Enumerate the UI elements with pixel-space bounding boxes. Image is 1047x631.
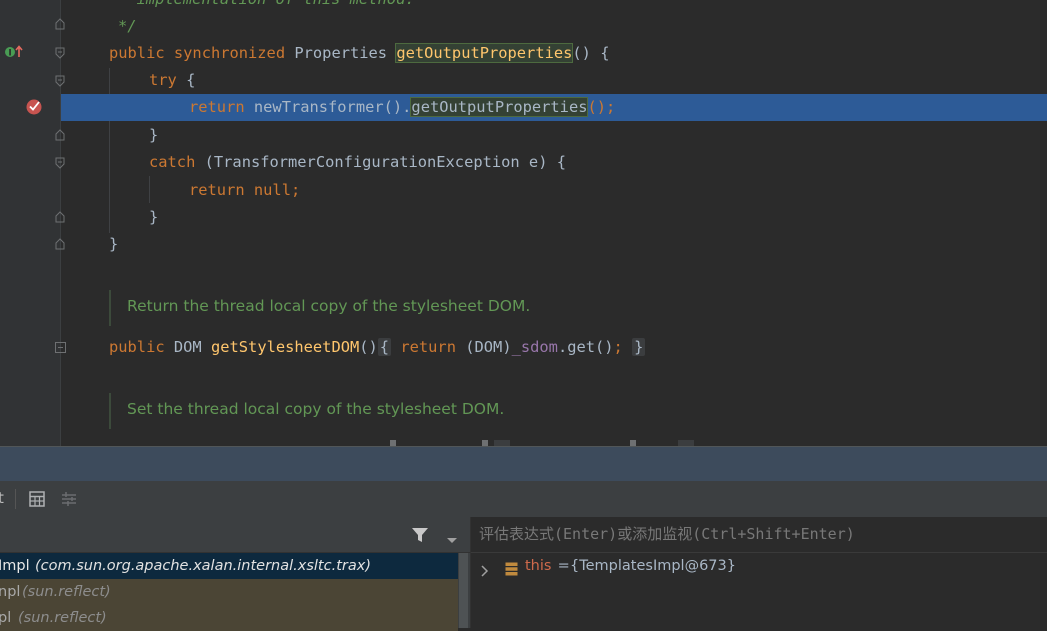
keyword: public	[109, 338, 165, 356]
chevron-down-icon[interactable]	[445, 530, 459, 543]
javadoc-end: */	[118, 17, 137, 35]
variable-name: this	[525, 558, 552, 574]
code-line[interactable]: }	[0, 231, 1047, 258]
stack-frame[interactable]: pl (sun.reflect)	[0, 605, 458, 631]
table-view-icon[interactable]	[28, 490, 46, 508]
code-line[interactable]: }	[0, 204, 1047, 231]
code-line[interactable]: catch (TransformerConfigurationException…	[0, 149, 1047, 176]
code-line[interactable]: public DOM getStylesheetDOM(){ return (D…	[0, 334, 1047, 361]
javadoc-text: * implementation of this method.	[118, 0, 415, 13]
variables-panel[interactable]: this = {TemplatesImpl@673}	[471, 517, 1047, 628]
field-name: _sdom	[511, 338, 558, 356]
literal: null;	[253, 181, 301, 199]
code-line[interactable]: }	[0, 122, 1047, 149]
type-name: DOM	[173, 338, 202, 356]
frame-method: pl	[0, 610, 12, 626]
keyword: catch	[149, 153, 196, 171]
evaluate-expression-input[interactable]	[479, 521, 1039, 547]
object-field-icon	[505, 559, 518, 576]
filter-icon[interactable]	[411, 526, 429, 544]
keyword: public	[109, 44, 165, 62]
method-name: getOutputProperties	[395, 43, 574, 63]
variable-row[interactable]: this = {TemplatesImpl@673}	[471, 553, 1047, 579]
punctuation: () {	[572, 44, 610, 62]
punctuation: {	[186, 71, 196, 89]
frame-package: (sun.reflect)	[18, 610, 107, 626]
frame-package: (com.sun.org.apache.xalan.internal.xsltc…	[35, 558, 371, 574]
method-call: .get()	[557, 338, 614, 356]
frame-package: (sun.reflect)	[22, 584, 111, 600]
punctuation: ();	[587, 98, 616, 116]
keyword: return	[189, 98, 245, 116]
rendered-doc-comment[interactable]: Return the thread local copy of the styl…	[109, 290, 530, 326]
variable-value: {TemplatesImpl@673}	[570, 558, 736, 574]
code-line[interactable]: try {	[0, 67, 1047, 94]
doc-comment-text: Return the thread local copy of the styl…	[127, 297, 531, 315]
frames-scrollbar[interactable]	[459, 553, 468, 628]
stack-frame[interactable]: npl (sun.reflect)	[0, 579, 458, 605]
method-call-highlighted: getOutputProperties	[410, 97, 589, 117]
method-call: newTransformer().	[253, 98, 412, 116]
current-execution-line[interactable]: return newTransformer().getOutputPropert…	[61, 94, 1047, 121]
code-editor[interactable]: I * implementation of this method. */ pu…	[0, 0, 1047, 446]
code-line[interactable]: return null;	[0, 177, 1047, 204]
catch-clause: (TransformerConfigurationException e) {	[204, 153, 566, 171]
debugger-toolbar: t	[0, 481, 1047, 518]
layout-settings-icon[interactable]	[60, 490, 78, 508]
closing-brace: }	[109, 235, 119, 253]
stack-frame-selected[interactable]: Impl (com.sun.org.apache.xalan.internal.…	[0, 553, 458, 579]
keyword: return	[400, 338, 456, 356]
evaluate-expression-bar	[471, 517, 1047, 553]
toolbar-separator	[15, 489, 16, 509]
fold-close-brace[interactable]: }	[632, 338, 646, 356]
frame-method: Impl	[0, 558, 30, 574]
keyword: try	[149, 71, 177, 89]
rendered-doc-comment[interactable]: Set the thread local copy of the stylesh…	[109, 393, 504, 429]
type-name: Properties	[294, 44, 388, 62]
keyword: return	[189, 181, 245, 199]
frames-filter-bar	[0, 517, 470, 553]
doc-comment-text: Set the thread local copy of the stylesh…	[127, 400, 505, 418]
code-line[interactable]: * implementation of this method.	[0, 0, 1047, 13]
method-name: getStylesheetDOM	[210, 338, 360, 356]
code-line[interactable]: */	[0, 13, 1047, 40]
frames-panel[interactable]: Impl (com.sun.org.apache.xalan.internal.…	[0, 517, 470, 631]
code-line[interactable]: public synchronized Properties getOutput…	[0, 40, 1047, 67]
closing-brace: }	[149, 126, 159, 144]
frame-method: npl	[0, 584, 21, 600]
fold-open-brace[interactable]: {	[377, 338, 392, 356]
punctuation: ;	[613, 338, 623, 356]
closing-brace: }	[149, 208, 159, 226]
debug-tool-window-header[interactable]	[0, 446, 1047, 482]
keyword: synchronized	[173, 44, 286, 62]
toolbar-tab-fragment[interactable]: t	[0, 489, 4, 507]
punctuation: ()	[359, 338, 378, 356]
expand-chevron-icon[interactable]	[480, 560, 490, 577]
cast: (DOM)	[465, 338, 512, 356]
